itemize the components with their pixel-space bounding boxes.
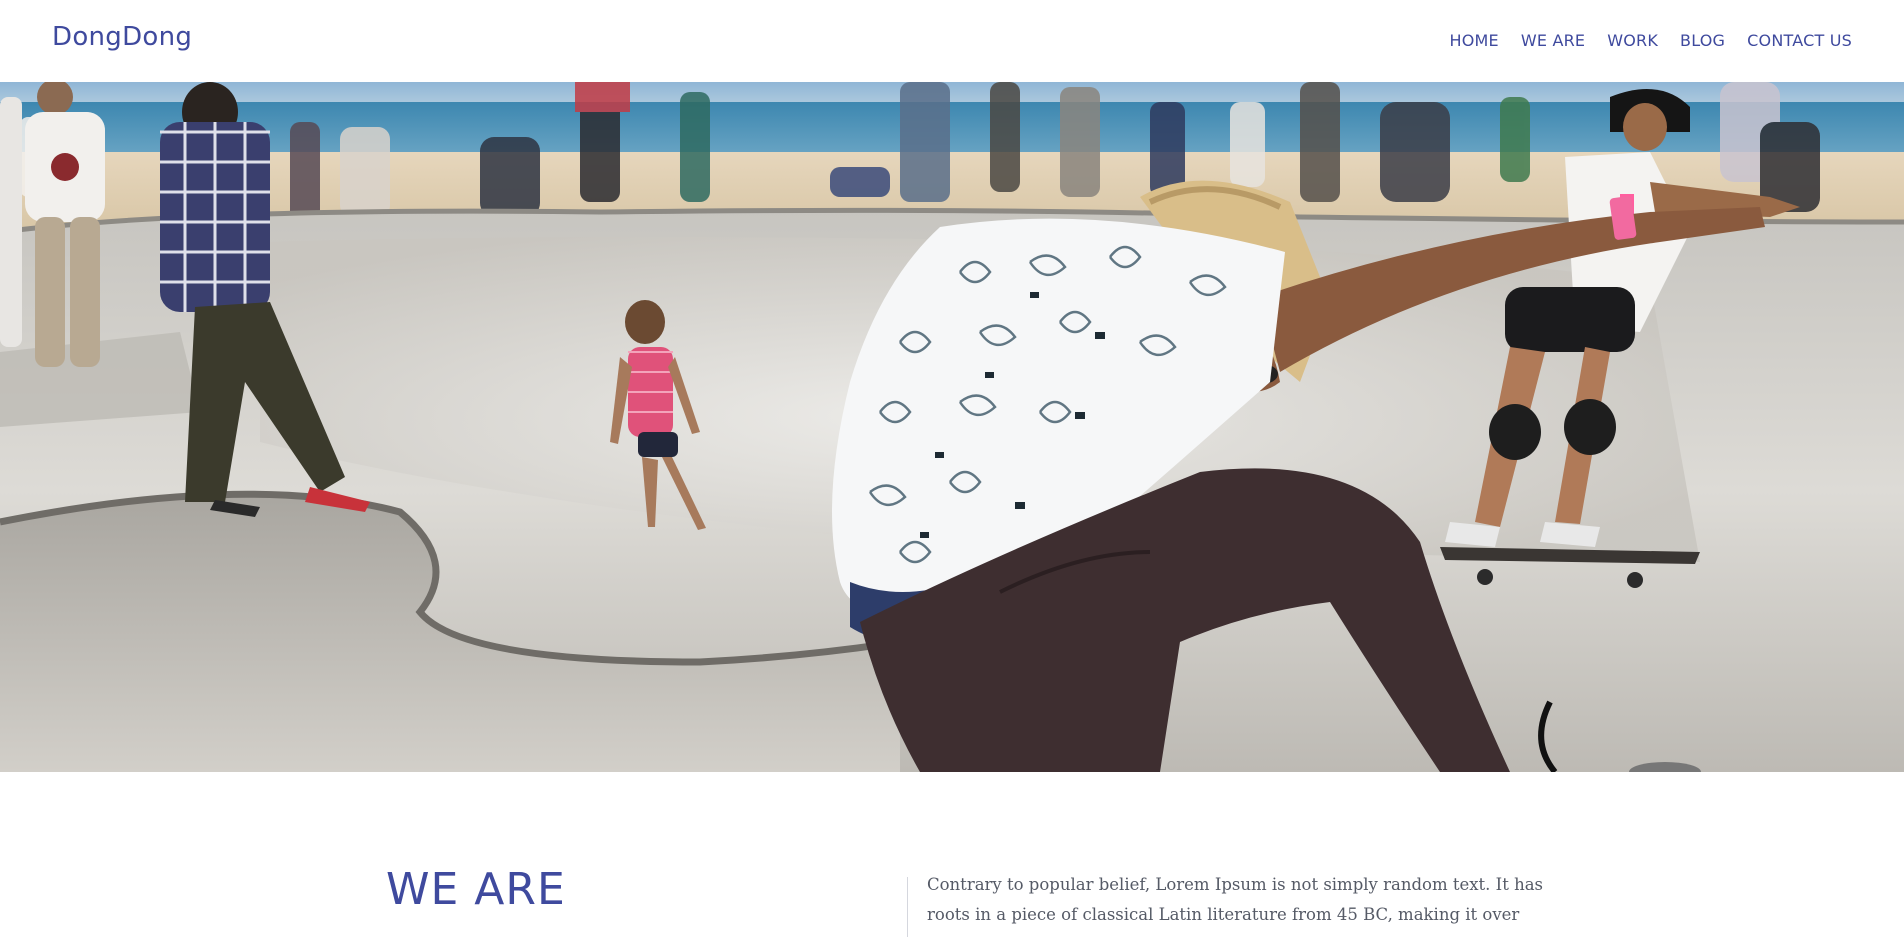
nav-link-contact-us[interactable]: CONTACT US — [1747, 31, 1852, 50]
skate-park-photo — [0, 82, 1904, 772]
nav-item-we-are: WE ARE — [1521, 31, 1585, 51]
nav-item-work: WORK — [1607, 31, 1658, 51]
nav-item-contact-us: CONTACT US — [1747, 31, 1852, 51]
brand-logo[interactable]: DongDong — [52, 22, 192, 52]
nav-link-blog[interactable]: BLOG — [1680, 31, 1725, 50]
nav-item-home: HOME — [1449, 31, 1498, 51]
vertical-divider — [907, 877, 908, 937]
nav-item-blog: BLOG — [1680, 31, 1725, 51]
navbar: DongDong HOME WE ARE WORK BLOG CONTACT U… — [0, 0, 1904, 82]
nav-link-home[interactable]: HOME — [1449, 31, 1498, 50]
nav-link-we-are[interactable]: WE ARE — [1521, 31, 1585, 50]
nav-link-work[interactable]: WORK — [1607, 31, 1658, 50]
about-text: Contrary to popular belief, Lorem Ipsum … — [927, 875, 1543, 937]
hero-image — [0, 82, 1904, 772]
nav-menu: HOME WE ARE WORK BLOG CONTACT US — [1449, 31, 1852, 51]
about-title: WE ARE — [386, 864, 566, 915]
